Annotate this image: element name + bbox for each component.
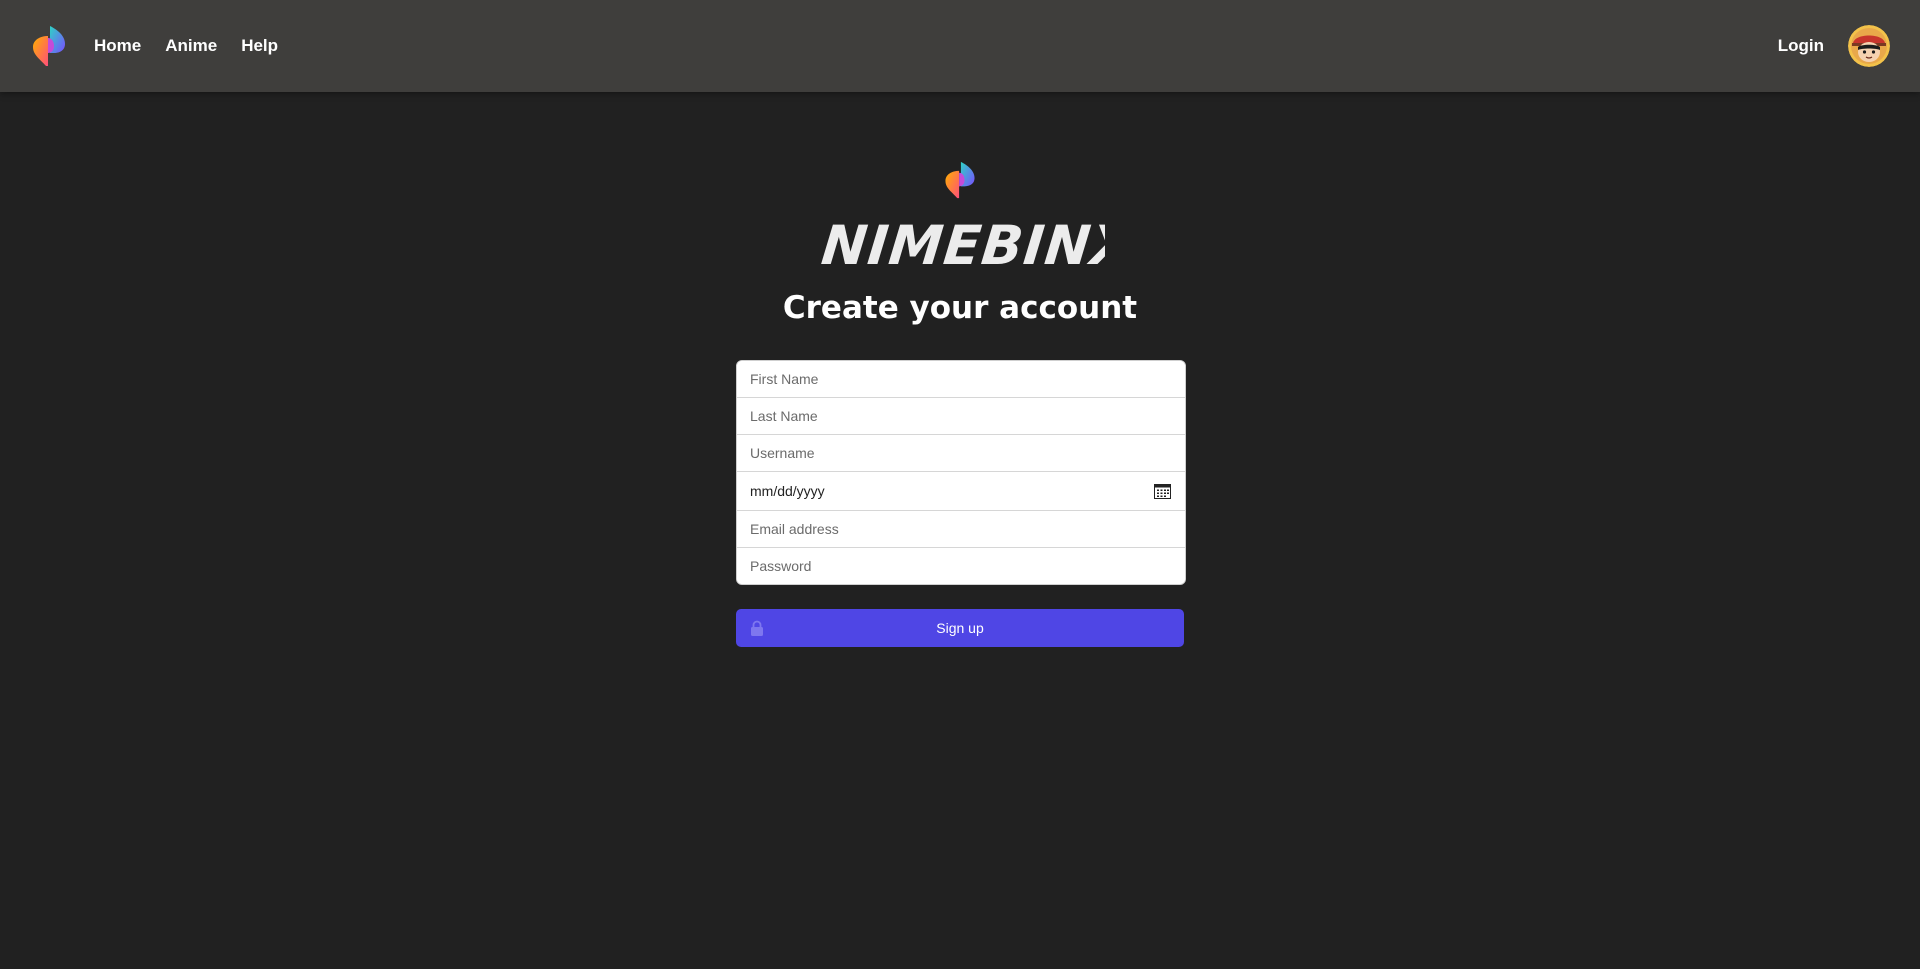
first-name-field[interactable]	[737, 361, 1185, 397]
email-row	[737, 511, 1185, 548]
brand-logo-icon[interactable]	[32, 24, 66, 68]
nav-home[interactable]: Home	[94, 36, 141, 56]
password-field[interactable]	[737, 548, 1185, 584]
signup-form: mm/dd/yyyy	[736, 360, 1186, 585]
wordmark-logo: ANIMEBINX	[0, 212, 1920, 281]
first-name-row	[737, 361, 1185, 398]
user-avatar[interactable]	[1848, 25, 1890, 67]
nav-help[interactable]: Help	[241, 36, 278, 56]
lock-icon	[751, 620, 763, 636]
main-nav: Home Anime Help	[94, 0, 278, 92]
username-row	[737, 435, 1185, 472]
page-title: Create your account	[782, 290, 1138, 326]
last-name-field[interactable]	[737, 398, 1185, 434]
last-name-row	[737, 398, 1185, 435]
login-link[interactable]: Login	[1778, 0, 1824, 92]
calendar-icon[interactable]	[1154, 483, 1171, 499]
nav-anime[interactable]: Anime	[165, 36, 217, 56]
birthdate-field[interactable]: mm/dd/yyyy	[737, 472, 1185, 511]
email-field[interactable]	[737, 511, 1185, 547]
signup-label: Sign up	[936, 620, 984, 636]
wordmark-text: ANIMEBINX	[815, 214, 1105, 276]
hero-logo-icon	[945, 161, 975, 199]
username-field[interactable]	[737, 435, 1185, 471]
password-row	[737, 548, 1185, 584]
signup-button[interactable]: Sign up	[736, 609, 1184, 647]
top-navbar: Home Anime Help Login	[0, 0, 1920, 92]
birthdate-format: mm/dd/yyyy	[750, 483, 825, 499]
